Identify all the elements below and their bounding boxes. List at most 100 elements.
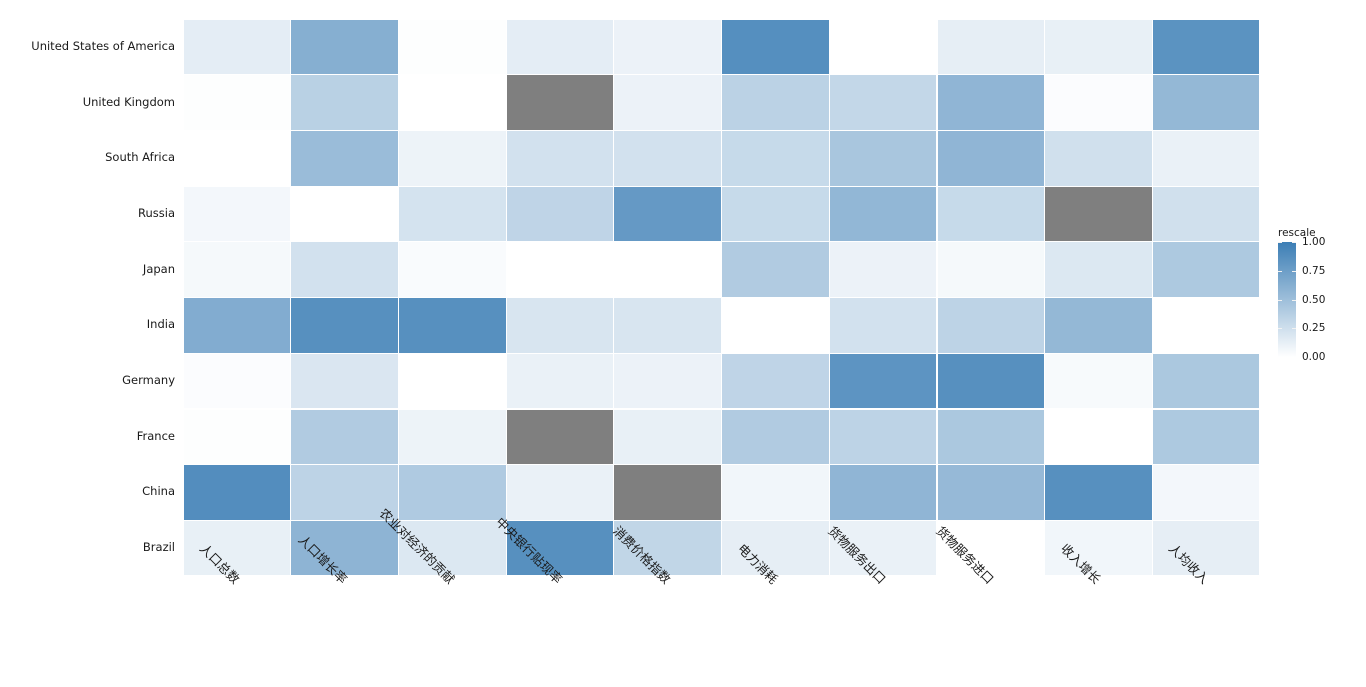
heatmap-cell (722, 131, 829, 186)
heatmap-cell (829, 353, 937, 409)
legend-tick-mark (1292, 328, 1296, 330)
heatmap-cell (722, 353, 829, 409)
heatmap-cell (506, 465, 614, 520)
heatmap-cell (1045, 75, 1152, 130)
heatmap-cell (829, 19, 937, 75)
y-axis-label: France (136, 428, 175, 443)
heatmap-cell (1152, 353, 1260, 409)
heatmap-cell (1152, 19, 1260, 75)
y-axis-label: India (146, 317, 175, 332)
heatmap-cell (937, 353, 1044, 409)
heatmap-cell (829, 131, 937, 186)
y-axis-label: Germany (122, 373, 175, 388)
heatmap-cell (399, 242, 506, 297)
heatmap-cell (722, 19, 829, 75)
y-axis-label: China (142, 484, 175, 499)
legend-tick-mark (1292, 299, 1296, 301)
y-axis-label: United Kingdom (82, 94, 175, 109)
heatmap-cell (614, 186, 721, 242)
heatmap-cell (1045, 353, 1152, 409)
heatmap-cell (614, 465, 721, 520)
y-axis-label: South Africa (105, 150, 175, 165)
heatmap-cell (1152, 298, 1260, 353)
heatmap-cell (1045, 19, 1152, 75)
heatmap-cell (614, 353, 721, 409)
legend-tick-label: 0.75 (1302, 264, 1326, 277)
heatmap-cell (399, 298, 506, 353)
heatmap-cell (829, 298, 937, 353)
heatmap-cell (937, 465, 1044, 520)
heatmap-cell (937, 186, 1044, 242)
legend-tick-mark (1278, 299, 1282, 301)
heatmap-cell (183, 131, 291, 186)
heatmap-cell (399, 465, 506, 520)
heatmap-cell (183, 353, 291, 409)
heatmap-cell (506, 186, 614, 242)
heatmap-cell (399, 19, 506, 75)
y-axis-label: United States of America (31, 38, 175, 53)
heatmap-cell (291, 19, 398, 75)
heatmap-cell (183, 409, 291, 464)
heatmap-cell (722, 465, 829, 520)
heatmap-cell (399, 409, 506, 464)
legend-tick-label: 0.25 (1302, 322, 1326, 335)
heatmap-cell (1045, 298, 1152, 353)
heatmap-cell (722, 242, 829, 297)
heatmap-cell (1045, 409, 1152, 464)
heatmap-cell (937, 409, 1044, 464)
heatmap-cell (1045, 131, 1152, 186)
heatmap-cell (399, 131, 506, 186)
heatmap-cell (829, 465, 937, 520)
heatmap-cell (722, 298, 829, 353)
heatmap-cell (722, 409, 829, 464)
heatmap-cell (506, 242, 614, 297)
heatmap-chart: United States of America United Kingdom So… (0, 0, 1366, 687)
heatmap-cell (291, 298, 398, 353)
heatmap-cell (614, 75, 721, 130)
legend-tick-mark (1278, 242, 1282, 243)
heatmap-cell (1152, 242, 1260, 297)
heatmap-cell (829, 186, 937, 242)
y-axis-labels: United States of America United Kingdom So… (0, 19, 175, 576)
legend-tick-mark (1292, 242, 1296, 243)
heatmap-cell (1152, 75, 1260, 130)
heatmap-cell (399, 75, 506, 130)
heatmap-cell (722, 75, 829, 130)
heatmap-cell (183, 186, 291, 242)
legend-tick-label: 0.50 (1302, 293, 1326, 306)
heatmap-cell (291, 75, 398, 130)
heatmap-cell (506, 19, 614, 75)
heatmap-cell (506, 131, 614, 186)
heatmap-cell (614, 409, 721, 464)
legend-tick-label: 1.00 (1302, 236, 1326, 248)
heatmap-cell (399, 186, 506, 242)
heatmap-cell (506, 353, 614, 409)
x-axis-labels: 人口总数 人口增长率 农业对经济的贡献 中央银行贴现率 消费价格指数 电力消耗 货物服务出口… (183, 505, 1260, 687)
legend-tick-mark (1278, 328, 1282, 330)
heatmap-cell (1152, 465, 1260, 520)
heatmap-cell (506, 298, 614, 353)
heatmap-cell (937, 298, 1044, 353)
heatmap-cell (291, 409, 398, 464)
heatmap-cell (829, 409, 937, 464)
heatmap-cell (506, 409, 614, 464)
heatmap-cell (183, 242, 291, 297)
heatmap-cell (614, 242, 721, 297)
heatmap-cell (506, 75, 614, 130)
heatmap-cell (291, 186, 398, 242)
heatmap-cell (183, 75, 291, 130)
y-axis-label: Brazil (142, 540, 175, 555)
legend: rescale 1.00 0.75 0.50 0.25 0.00 (1276, 228, 1366, 373)
heatmap-cell (829, 75, 937, 130)
heatmap-cell (937, 19, 1044, 75)
legend-tick-mark (1292, 270, 1296, 272)
heatmap-cell (291, 131, 398, 186)
heatmap-cell (1045, 242, 1152, 297)
heatmap-cell (937, 242, 1044, 297)
heatmap-cell (1152, 131, 1260, 186)
heatmap-cell (1045, 186, 1152, 242)
heatmap-cell (183, 465, 291, 520)
heatmap-cell (614, 298, 721, 353)
y-axis-label: Russia (138, 205, 175, 220)
legend-tick-mark (1278, 270, 1282, 272)
